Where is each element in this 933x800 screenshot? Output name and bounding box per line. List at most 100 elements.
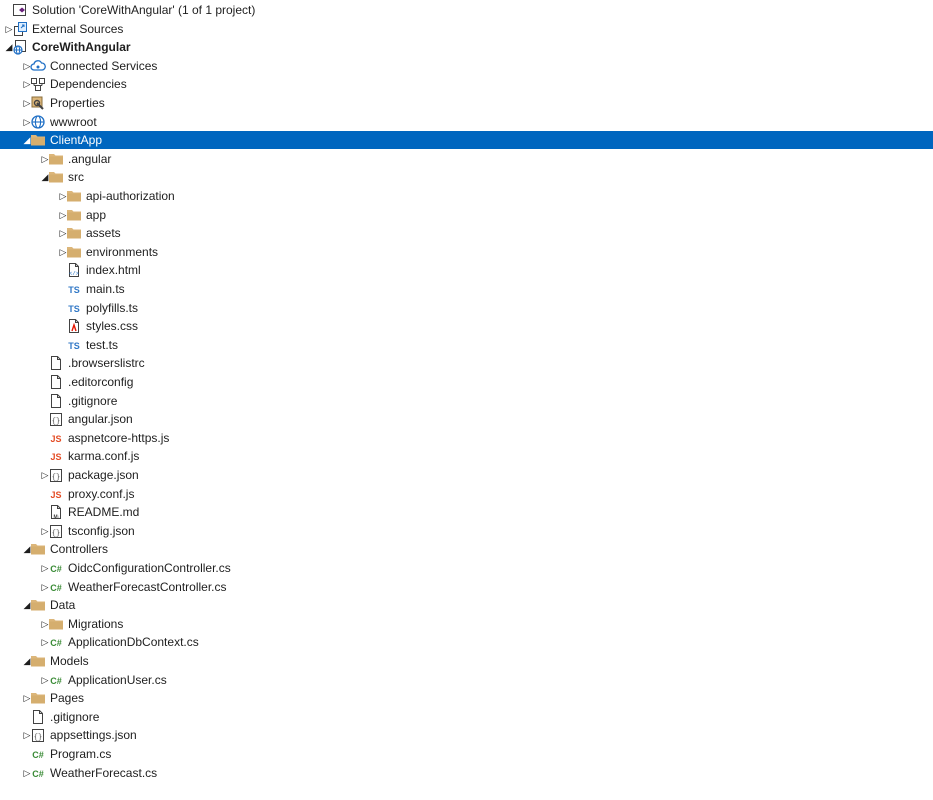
css-file-icon [66, 318, 82, 334]
folder-icon [30, 653, 46, 669]
tree-row[interactable]: ▷ External Sources [0, 20, 933, 38]
svg-text:TS: TS [68, 285, 80, 295]
tree-row[interactable]: ▷ .angular [0, 150, 933, 168]
tree-row[interactable]: .browserslistrc [0, 354, 933, 372]
folder-icon [48, 616, 64, 632]
typescript-file-icon: TS [66, 337, 82, 353]
tree-row[interactable]: ◢ ClientApp [0, 131, 933, 150]
tree-row[interactable]: ▷ C# WeatherForecastController.cs [0, 578, 933, 596]
tree-row[interactable]: M↓ README.md [0, 503, 933, 521]
tree-item-label: Solution 'CoreWithAngular' (1 of 1 proje… [32, 3, 256, 17]
json-file-icon: {} [48, 411, 64, 427]
properties-icon [30, 95, 46, 111]
tree-row[interactable]: ▷ environments [0, 243, 933, 261]
dependencies-icon [30, 76, 46, 92]
tree-row[interactable]: </> index.html [0, 261, 933, 279]
tree-row[interactable]: TS polyfills.ts [0, 299, 933, 317]
folder-icon [30, 597, 46, 613]
tree-item-label: index.html [86, 263, 141, 278]
solution-icon [12, 2, 28, 18]
svg-text:C#: C# [50, 583, 62, 593]
tree-row[interactable]: ▷ assets [0, 224, 933, 242]
file-icon [48, 393, 64, 409]
tree-item-label: Program.cs [50, 747, 112, 761]
tree-row[interactable]: .editorconfig [0, 373, 933, 391]
json-file-icon: {} [30, 727, 46, 743]
typescript-file-icon: TS [66, 300, 82, 316]
tree-row[interactable]: TS test.ts [0, 336, 933, 354]
tree-item-label: src [68, 170, 84, 185]
tree-row[interactable]: JS proxy.conf.js [0, 485, 933, 503]
tree-item-label: styles.css [86, 319, 139, 334]
tree-item-label: ApplicationDbContext.cs [68, 635, 199, 650]
svg-text:C#: C# [50, 638, 62, 648]
tree-row[interactable]: ▷ Dependencies [0, 75, 933, 93]
tree-item-label: README.md [68, 505, 140, 520]
tree-row[interactable]: styles.css [0, 317, 933, 335]
tree-row[interactable]: ◢ Models [0, 652, 933, 670]
tree-row[interactable]: JS karma.conf.js [0, 447, 933, 465]
json-file-icon: {} [48, 467, 64, 483]
tree-row[interactable]: ▷ Connected Services [0, 57, 933, 75]
svg-text:JS: JS [50, 434, 61, 444]
csharp-file-icon: C# [48, 672, 64, 688]
tree-item-label: Models [50, 654, 89, 668]
tree-row[interactable]: ▷{} package.json [0, 466, 933, 484]
tree-row[interactable]: TS main.ts [0, 280, 933, 298]
project-icon [12, 39, 28, 55]
tree-row[interactable]: Solution 'CoreWithAngular' (1 of 1 proje… [0, 1, 933, 19]
tree-row[interactable]: ▷ wwwroot [0, 113, 933, 131]
tree-item-label: WeatherForecast.cs [50, 765, 158, 780]
tree-item-label: External Sources [32, 21, 124, 36]
tree-row[interactable]: ▷ C# WeatherForecast.cs [0, 764, 933, 782]
tree-item-label: Connected Services [50, 58, 158, 73]
tree-row[interactable]: {} angular.json [0, 410, 933, 428]
tree-item-label: OidcConfigurationController.cs [68, 561, 231, 575]
tree-row[interactable]: ◢ Data [0, 596, 933, 614]
tree-row[interactable]: ▷ C# ApplicationDbContext.cs [0, 633, 933, 651]
tree-row[interactable]: ▷ C# OidcConfigurationController.cs [0, 559, 933, 577]
tree-item-label: api-authorization [86, 189, 175, 203]
tree-row[interactable]: ▷ C# ApplicationUser.cs [0, 671, 933, 689]
tree-item-label: .editorconfig [68, 375, 134, 389]
tree-row[interactable]: .gitignore [0, 708, 933, 726]
tree-row[interactable]: ▷ Properties [0, 94, 933, 112]
csharp-file-icon: C# [48, 560, 64, 576]
solution-explorer-tree: Solution 'CoreWithAngular' (1 of 1 proje… [0, 0, 933, 800]
tree-row[interactable]: ◢ CoreWithAngular [0, 38, 933, 56]
tree-item-label: main.ts [86, 282, 125, 296]
tree-row[interactable]: ▷ Migrations [0, 615, 933, 633]
csharp-file-icon: C# [30, 765, 46, 781]
file-icon [30, 709, 46, 725]
folder-icon [30, 690, 46, 706]
svg-text:{}: {} [34, 734, 42, 742]
tree-item-label: Properties [50, 96, 105, 110]
tree-item-label: Controllers [50, 542, 109, 557]
tree-item-label: proxy.conf.js [68, 486, 135, 501]
folder-icon [30, 132, 46, 148]
folder-icon [66, 188, 82, 204]
html-file-icon: </> [66, 262, 82, 278]
svg-text:{}: {} [52, 530, 60, 538]
folder-icon [66, 225, 82, 241]
svg-text:</>: </> [69, 270, 79, 277]
tree-row[interactable]: JS aspnetcore-https.js [0, 429, 933, 447]
svg-text:{}: {} [52, 418, 60, 426]
tree-row[interactable]: ▷ app [0, 206, 933, 224]
folder-icon [48, 169, 64, 185]
external-sources-icon [12, 21, 28, 37]
folder-icon [48, 151, 64, 167]
tree-row[interactable]: ◢ Controllers [0, 540, 933, 558]
tree-item-label: tsconfig.json [68, 523, 135, 538]
tree-row[interactable]: ▷ Pages [0, 689, 933, 707]
tree-row[interactable]: .gitignore [0, 392, 933, 410]
tree-row[interactable]: C# Program.cs [0, 745, 933, 763]
globe-icon [30, 114, 46, 130]
tree-row[interactable]: ◢ src [0, 168, 933, 186]
tree-row[interactable]: ▷ api-authorization [0, 187, 933, 205]
svg-text:JS: JS [50, 490, 61, 500]
tree-item-label: angular.json [68, 412, 133, 427]
tree-row[interactable]: ▷{} appsettings.json [0, 726, 933, 744]
tree-row[interactable]: ▷{} tsconfig.json [0, 522, 933, 540]
svg-text:TS: TS [68, 304, 80, 314]
